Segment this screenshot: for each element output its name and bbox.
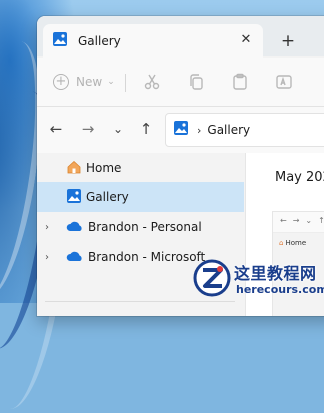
cut-button[interactable]	[143, 68, 161, 96]
tab-title: Gallery	[78, 34, 121, 48]
back-arrow-icon[interactable]: ←	[47, 120, 65, 138]
expand-chevron-icon[interactable]: ›	[45, 222, 63, 233]
command-bar: + New ⌄	[37, 58, 324, 107]
home-icon	[66, 159, 82, 178]
recent-locations-icon[interactable]: ⌄	[109, 120, 127, 138]
sidebar-item-label: Brandon - Personal	[88, 220, 202, 234]
copy-button[interactable]	[187, 68, 205, 96]
sidebar-item-gallery[interactable]: Gallery	[37, 182, 244, 212]
close-tab-icon[interactable]: ✕	[237, 31, 255, 49]
rename-button[interactable]	[275, 68, 293, 96]
forward-arrow-icon[interactable]: →	[79, 120, 97, 138]
onedrive-icon	[66, 220, 84, 235]
breadcrumb-separator-icon: ›	[197, 123, 202, 137]
rename-icon	[276, 75, 292, 89]
watermark-url: herecours.com	[236, 283, 324, 296]
sidebar-item-home[interactable]: Home	[37, 153, 244, 183]
new-button[interactable]: + New ⌄	[53, 68, 115, 96]
gallery-icon	[52, 31, 68, 51]
breadcrumb-gallery[interactable]: Gallery	[207, 123, 250, 137]
tab-gallery[interactable]: Gallery ✕	[43, 24, 263, 58]
thumbnail-toolbar: ←→⌄↑	[273, 212, 324, 233]
watermark-logo-icon	[193, 259, 231, 297]
onedrive-icon	[66, 250, 84, 265]
gallery-icon	[66, 188, 82, 207]
gallery-icon	[173, 120, 189, 140]
up-arrow-icon[interactable]: ↑	[137, 120, 155, 138]
month-heading: May 202	[275, 170, 324, 185]
tab-strip: Gallery ✕ +	[37, 16, 324, 58]
address-bar[interactable]: › Gallery	[165, 113, 324, 147]
home-icon: ⌂	[279, 239, 284, 247]
thumbnail-home-label: Home	[285, 239, 307, 247]
toolbar-divider	[125, 74, 126, 92]
thumbnail-home-item: ⌂ Home	[279, 239, 306, 247]
watermark-title: 这里教程网	[234, 264, 317, 283]
sidebar-item-label: Brandon - Microsoft	[88, 250, 206, 264]
expand-chevron-icon[interactable]: ›	[45, 252, 63, 263]
chevron-down-icon: ⌄	[107, 77, 115, 87]
thumbnail-nav-glyphs: ←→⌄↑	[280, 216, 324, 225]
new-tab-button[interactable]: +	[277, 30, 299, 52]
copy-icon	[190, 74, 203, 90]
sidebar-item-brandon-personal[interactable]: › Brandon - Personal	[37, 212, 244, 242]
new-button-label: New	[76, 75, 103, 89]
sidebar-item-label: Home	[86, 161, 122, 175]
address-bar-row: ← → ⌄ ↑ › Gallery	[37, 107, 324, 153]
clipboard-icon	[233, 73, 247, 90]
plus-icon: +	[53, 74, 69, 90]
sidebar-item-label: Gallery	[86, 190, 129, 204]
paste-button[interactable]	[231, 68, 249, 96]
scissors-icon	[144, 74, 160, 90]
watermark: 这里教程网 herecours.com	[190, 254, 324, 303]
